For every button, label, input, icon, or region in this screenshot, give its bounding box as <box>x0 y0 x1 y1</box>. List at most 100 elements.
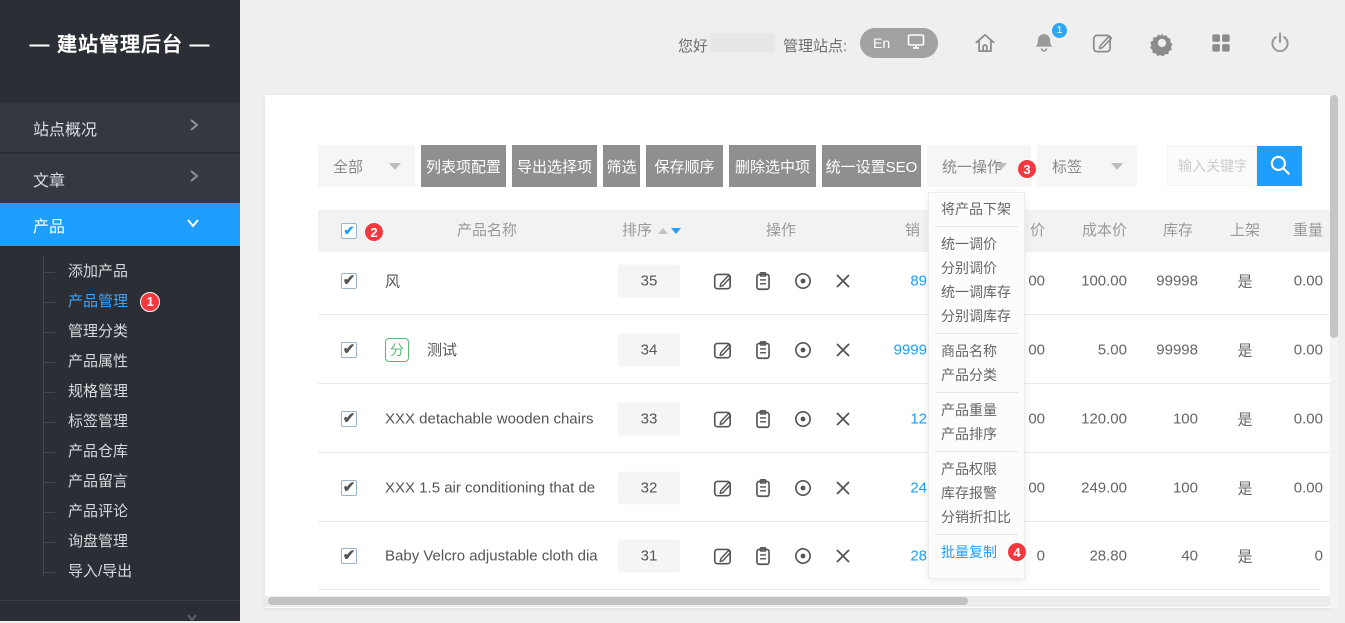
home-icon[interactable] <box>972 30 998 56</box>
menu-item-goods-name[interactable]: 商品名称 <box>929 339 1024 363</box>
horizontal-scrollbar[interactable] <box>265 596 1330 607</box>
sort-order-input[interactable] <box>618 402 680 435</box>
row-checkbox[interactable]: ✔ <box>341 411 357 427</box>
sidebar-item-add-product[interactable]: 添加产品 <box>0 257 240 287</box>
copy-icon[interactable] <box>752 339 774 361</box>
edit-icon[interactable] <box>712 270 734 292</box>
language-switch[interactable]: En <box>860 28 938 58</box>
sidebar-item-product-manage[interactable]: 产品管理 1 <box>0 287 240 317</box>
sidebar-item-products[interactable]: 产品 <box>0 203 240 247</box>
apps-grid-icon[interactable] <box>1208 30 1234 56</box>
cost-value: 120.00 <box>1057 410 1127 427</box>
sort-desc-icon[interactable] <box>671 228 681 234</box>
menu-item-product-sort[interactable]: 产品排序 <box>929 422 1024 446</box>
sidebar-item-product-attrs[interactable]: 产品属性 <box>0 347 240 377</box>
copy-icon[interactable] <box>752 408 774 430</box>
table-row: ✔ 分 测试 9999 00 5.00 99998 是 0.00 <box>318 315 1330 384</box>
row-checkbox[interactable]: ✔ <box>341 342 357 358</box>
select-all-checkbox[interactable]: ✔ <box>341 223 357 239</box>
sort-order-input[interactable] <box>618 539 680 572</box>
delete-selected-button[interactable]: 删除选中项 <box>729 145 816 187</box>
sidebar-item-inquiry-manage[interactable]: 询盘管理 <box>0 527 240 557</box>
product-name: 风 <box>385 270 610 291</box>
menu-item-unified-stock[interactable]: 统一调库存 <box>929 280 1024 304</box>
sales-count-link[interactable]: 28 <box>840 547 927 564</box>
chevron-right-icon <box>188 169 200 188</box>
sidebar-item-site-overview[interactable]: 站点概况 <box>0 103 240 153</box>
sidebar-item-tag-manage[interactable]: 标签管理 <box>0 407 240 437</box>
sidebar-item-product-reviews[interactable]: 产品评论 <box>0 497 240 527</box>
save-order-button[interactable]: 保存顺序 <box>646 145 723 187</box>
edit-icon[interactable] <box>712 339 734 361</box>
view-icon[interactable] <box>792 339 814 361</box>
stock-value: 99998 <box>1128 272 1198 289</box>
sidebar-item-product-warehouse[interactable]: 产品仓库 <box>0 437 240 467</box>
edit-icon[interactable] <box>712 477 734 499</box>
step-badge-4: 4 <box>1007 542 1027 562</box>
menu-item-unified-price[interactable]: 统一调价 <box>929 232 1024 256</box>
toolbar: 全部 列表项配置 导出选择项 筛选 保存顺序 删除选中项 统一设置SEO 统一操… <box>318 145 1302 187</box>
weight-value: 0.00 <box>1273 410 1323 427</box>
filter-button[interactable]: 筛选 <box>603 145 640 187</box>
sales-count-link[interactable]: 9999 <box>840 341 927 358</box>
menu-item-separate-stock[interactable]: 分别调库存 <box>929 304 1024 328</box>
row-checkbox[interactable]: ✔ <box>341 480 357 496</box>
view-icon[interactable] <box>792 545 814 567</box>
view-icon[interactable] <box>792 477 814 499</box>
row-checkbox[interactable]: ✔ <box>341 273 357 289</box>
sort-asc-icon[interactable] <box>658 228 668 234</box>
category-tag: 分 <box>385 338 409 362</box>
sort-order-input[interactable] <box>618 471 680 504</box>
unified-ops-select[interactable]: 统一操作 <box>927 145 1031 187</box>
sidebar-item-product-messages[interactable]: 产品留言 <box>0 467 240 497</box>
menu-item-product-permission[interactable]: 产品权限 <box>929 457 1024 481</box>
products-submenu: 添加产品 产品管理 1 管理分类 产品属性 规格管理 标签管理 产品仓库 产品留… <box>0 247 240 587</box>
tag-select[interactable]: 标签 <box>1037 145 1137 187</box>
search-button[interactable] <box>1257 146 1302 186</box>
compose-icon[interactable] <box>1090 30 1116 56</box>
table-row: ✔ Baby Velcro adjustable cloth dia 28 0 … <box>318 522 1330 589</box>
copy-icon[interactable] <box>752 477 774 499</box>
cost-value: 5.00 <box>1057 341 1127 358</box>
sales-count-link[interactable]: 12 <box>840 410 927 427</box>
sidebar-next-group-partial[interactable] <box>0 600 240 621</box>
sort-order-input[interactable] <box>618 333 680 366</box>
menu-item-product-weight[interactable]: 产品重量 <box>929 398 1024 422</box>
menu-item-stock-alert[interactable]: 库存报警 <box>929 481 1024 505</box>
vertical-scrollbar[interactable] <box>1330 95 1338 608</box>
vertical-scrollbar-thumb[interactable] <box>1330 95 1338 338</box>
batch-seo-button[interactable]: 统一设置SEO <box>822 145 921 187</box>
cost-value: 249.00 <box>1057 479 1127 496</box>
sidebar-item-articles[interactable]: 文章 <box>0 154 240 204</box>
view-icon[interactable] <box>792 270 814 292</box>
copy-icon[interactable] <box>752 545 774 567</box>
scope-select[interactable]: 全部 <box>318 145 415 187</box>
sales-count-link[interactable]: 24 <box>840 479 927 496</box>
menu-item-separate-price[interactable]: 分别调价 <box>929 256 1024 280</box>
edit-icon[interactable] <box>712 408 734 430</box>
sidebar-item-manage-category[interactable]: 管理分类 <box>0 317 240 347</box>
sales-count-link[interactable]: 89 <box>840 272 927 289</box>
settings-gear-icon[interactable] <box>1149 30 1175 56</box>
view-icon[interactable] <box>792 408 814 430</box>
step-badge-1: 1 <box>140 292 160 312</box>
sort-order-input[interactable] <box>618 264 680 297</box>
menu-item-take-down[interactable]: 将产品下架 <box>929 197 1024 221</box>
power-icon[interactable] <box>1267 30 1293 56</box>
row-checkbox[interactable]: ✔ <box>341 548 357 564</box>
sidebar-item-import-export[interactable]: 导入/导出 <box>0 557 240 587</box>
menu-divider <box>935 226 1018 227</box>
menu-item-distribution-discount[interactable]: 分销折扣比 <box>929 505 1024 529</box>
product-name: Baby Velcro adjustable cloth dia <box>385 547 610 564</box>
row-actions <box>712 339 854 361</box>
menu-item-product-category[interactable]: 产品分类 <box>929 363 1024 387</box>
horizontal-scrollbar-thumb[interactable] <box>268 597 968 605</box>
export-selected-button[interactable]: 导出选择项 <box>512 145 597 187</box>
copy-icon[interactable] <box>752 270 774 292</box>
edit-icon[interactable] <box>712 545 734 567</box>
table-row: ✔ XXX detachable wooden chairs 12 00 120… <box>318 384 1330 453</box>
table-row: ✔ XXX 1.5 air conditioning that de 24 00… <box>318 453 1330 522</box>
sidebar-item-spec-manage[interactable]: 规格管理 <box>0 377 240 407</box>
search-input[interactable] <box>1167 146 1257 186</box>
list-config-button[interactable]: 列表项配置 <box>421 145 506 187</box>
